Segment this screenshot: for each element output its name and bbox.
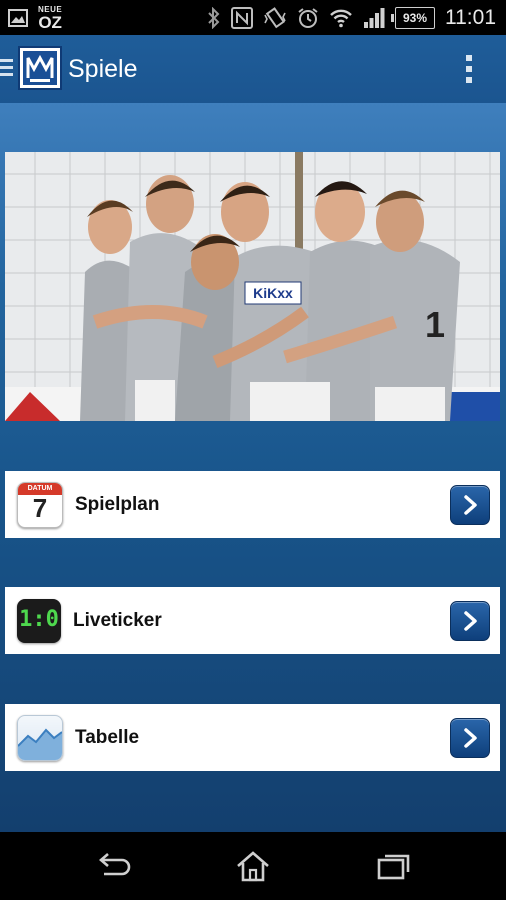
svg-text:1: 1 [425,304,445,345]
menu-item-spielplan[interactable]: DATUM 7 Spielplan [5,471,500,538]
recent-apps-icon[interactable] [373,850,413,882]
menu-item-label: Liveticker [73,609,162,631]
chart-icon [17,714,63,761]
team-photo: KiKxx 1 [5,152,500,421]
chevron-right-icon[interactable] [450,717,490,758]
picture-notification-icon [8,8,28,27]
nfc-icon [231,6,253,29]
main-content: KiKxx 1 DATUM 7 Spielplan 1:0 Liveticker [0,103,506,832]
status-clock: 11:01 [445,5,496,29]
page-title: Spiele [68,55,138,83]
menu-item-label: Spielplan [75,493,160,515]
menu-item-liveticker[interactable]: 1:0 Liveticker [5,587,500,654]
vibrate-icon [263,6,287,29]
chevron-right-icon[interactable] [450,484,490,525]
signal-icon [363,7,385,28]
menu-item-tabelle[interactable]: Tabelle [5,704,500,771]
drawer-indicator-icon[interactable] [0,59,13,79]
navigation-bar [0,832,506,900]
app-bar: Spiele [0,35,506,103]
newspaper-notification-icon: NEUE OZ [38,5,63,32]
alarm-icon [297,7,319,29]
overflow-menu-icon[interactable] [466,55,472,88]
home-icon[interactable] [233,850,273,882]
status-bar: NEUE OZ 93% 11:01 [0,0,506,35]
club-logo[interactable] [18,46,62,90]
menu-item-label: Tabelle [75,726,140,748]
bluetooth-icon [207,6,221,29]
scoreboard-icon: 1:0 [17,598,61,643]
calendar-icon: DATUM 7 [17,481,63,528]
back-icon[interactable] [94,850,134,882]
chevron-right-icon[interactable] [450,600,490,641]
jersey-sponsor-text: KiKxx [253,285,293,301]
wifi-icon [329,8,353,28]
battery-indicator: 93% [391,6,435,29]
